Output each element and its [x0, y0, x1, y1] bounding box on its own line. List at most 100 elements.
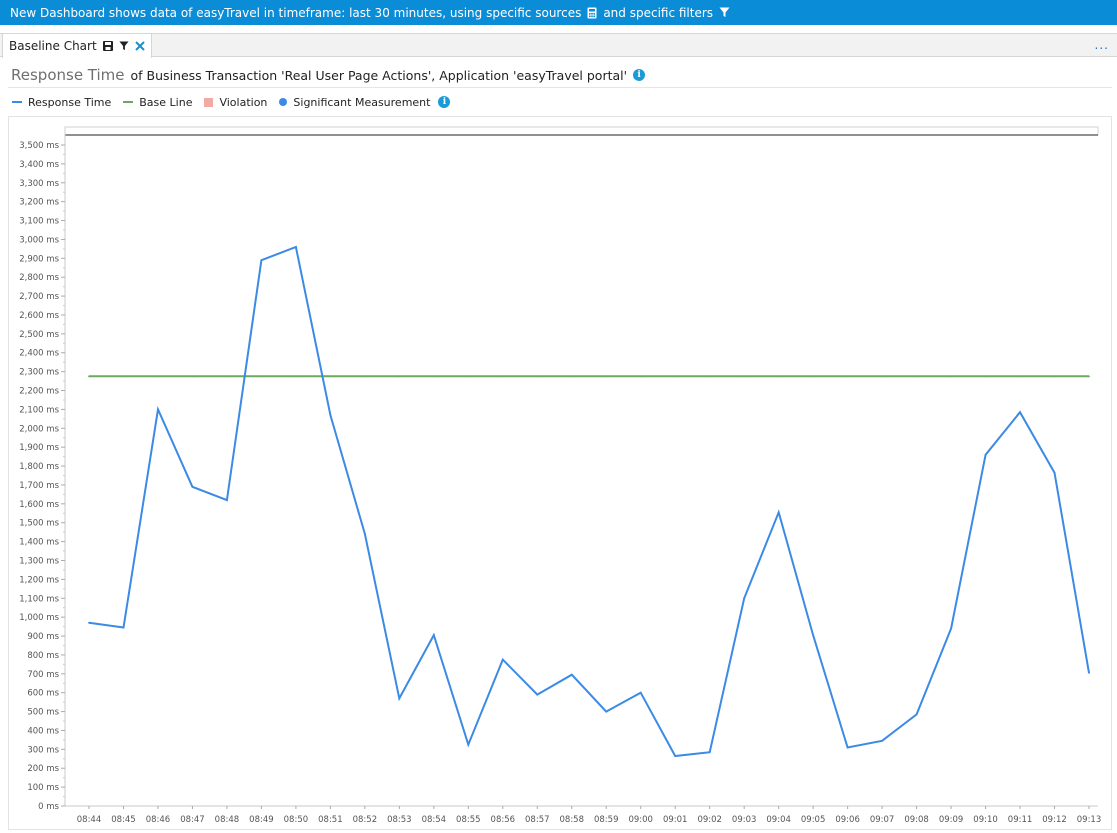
y-tick-label: 1,300 ms	[19, 556, 59, 566]
data-point-response-time	[226, 499, 228, 501]
close-icon[interactable]	[134, 41, 145, 51]
legend-label: Base Line	[139, 95, 193, 109]
y-tick-label: 1,700 ms	[19, 481, 59, 491]
chart-series	[88, 245, 1090, 758]
x-tick-label: 08:58	[560, 815, 585, 825]
x-tick-label: 09:02	[697, 815, 722, 825]
y-tick-label: 300 ms	[27, 745, 59, 755]
x-tick-label: 08:55	[456, 815, 481, 825]
x-tick-label: 09:00	[628, 815, 653, 825]
x-tick-label: 08:56	[491, 815, 516, 825]
y-tick-label: 2,200 ms	[19, 387, 59, 397]
y-tick-label: 900 ms	[27, 632, 59, 642]
chart-frame: 0 ms 100 ms 200 ms 300 ms 400 ms 500 ms 600 ms…	[8, 116, 1112, 830]
x-tick-label: 08:45	[111, 815, 136, 825]
y-tick-label: 2,300 ms	[19, 368, 59, 378]
data-point-base-line	[984, 375, 987, 378]
data-point-base-line	[260, 375, 263, 378]
y-tick-label: 2,900 ms	[19, 254, 59, 264]
y-tick-label: 3,000 ms	[19, 235, 59, 245]
data-point-response-time	[950, 627, 952, 630]
filter-icon[interactable]	[719, 7, 730, 18]
tab-baseline-chart[interactable]: Baseline Chart	[2, 33, 152, 58]
data-point-base-line	[467, 375, 470, 378]
data-point-base-line	[536, 375, 539, 378]
data-point-response-time	[501, 658, 504, 661]
y-tick-label: 700 ms	[27, 670, 59, 680]
y-tick-label: 3,100 ms	[19, 217, 59, 227]
y-tick-label: 3,200 ms	[19, 198, 59, 208]
y-tick-label: 2,400 ms	[19, 349, 59, 359]
data-point-response-time	[294, 246, 297, 248]
y-tick-label: 600 ms	[27, 689, 59, 699]
data-point-base-line	[1019, 375, 1021, 378]
y-tick-label: 200 ms	[27, 764, 59, 774]
data-point-response-time	[536, 693, 539, 696]
x-tick-label: 09:04	[766, 815, 791, 825]
data-point-base-line	[639, 375, 642, 378]
x-tick-label: 08:53	[387, 815, 412, 825]
data-point-base-line	[570, 375, 573, 378]
data-point-base-line	[881, 375, 884, 378]
x-tick-label: 09:01	[663, 815, 688, 825]
y-tick-label: 1,800 ms	[19, 462, 59, 472]
data-point-base-line	[846, 375, 849, 378]
chart-header: Response Time of Business Transaction 'R…	[11, 64, 646, 86]
data-point-base-line	[191, 375, 194, 378]
data-point-base-line	[88, 375, 90, 378]
data-point-base-line	[605, 375, 608, 378]
y-tick-label: 1,400 ms	[19, 538, 59, 548]
info-icon[interactable]: i	[633, 69, 646, 81]
data-point-response-time	[777, 511, 780, 514]
x-tick-label: 08:50	[284, 815, 309, 825]
data-point-base-line	[226, 375, 228, 378]
x-tick-label: 09:07	[870, 815, 895, 825]
data-point-response-time	[570, 673, 573, 676]
data-point-base-line	[398, 375, 401, 378]
save-icon[interactable]	[102, 41, 113, 51]
data-point-base-line	[501, 375, 504, 378]
data-point-base-line	[329, 375, 332, 378]
x-tick-label: 08:46	[146, 815, 171, 825]
chart-legend: Response Time Base Line Violation Signif…	[12, 94, 451, 110]
data-point-base-line	[294, 375, 297, 378]
y-tick-label: 1,600 ms	[19, 500, 59, 510]
data-point-base-line	[915, 375, 918, 378]
data-point-response-time	[432, 634, 435, 636]
legend-item-violation[interactable]: Violation	[204, 96, 267, 109]
data-point-response-time	[329, 414, 332, 416]
calculator-icon[interactable]	[587, 7, 597, 19]
legend-label: Significant Measurement	[293, 95, 431, 109]
legend-item-base-line[interactable]: Base Line	[123, 96, 192, 109]
x-tick-label: 08:57	[525, 815, 550, 825]
data-point-base-line	[432, 375, 435, 378]
legend-item-significant-measurement[interactable]: Significant Measurement	[279, 96, 430, 109]
y-tick-label: 1,500 ms	[19, 519, 59, 529]
data-point-base-line	[363, 375, 366, 378]
data-point-response-time	[1053, 471, 1056, 474]
data-point-base-line	[777, 375, 780, 378]
more-options-button[interactable]: ...	[1095, 38, 1109, 52]
y-tick-label: 2,100 ms	[19, 405, 59, 415]
filter-icon[interactable]	[119, 41, 129, 51]
x-tick-label: 09:05	[801, 815, 826, 825]
data-point-base-line	[812, 375, 815, 378]
legend-label: Violation	[219, 95, 268, 109]
chart-scroll-band	[64, 126, 1099, 136]
data-point-response-time	[674, 755, 677, 757]
timeframe-text: New Dashboard shows data of easyTravel i…	[10, 5, 582, 20]
y-tick-label: 800 ms	[27, 651, 59, 661]
data-point-base-line	[743, 375, 746, 378]
y-tick-label: 3,500 ms	[19, 141, 59, 151]
legend-item-response-time[interactable]: Response Time	[12, 96, 111, 109]
data-point-response-time	[708, 751, 711, 754]
y-tick-label: 500 ms	[27, 708, 59, 718]
data-point-base-line	[157, 375, 159, 378]
series-line-response-time	[88, 245, 1090, 758]
data-point-base-line	[1088, 375, 1090, 378]
data-point-response-time	[260, 259, 263, 262]
info-icon[interactable]: i	[438, 96, 451, 108]
data-point-response-time	[1088, 671, 1090, 674]
data-point-response-time	[191, 485, 194, 488]
data-point-response-time	[398, 697, 401, 700]
